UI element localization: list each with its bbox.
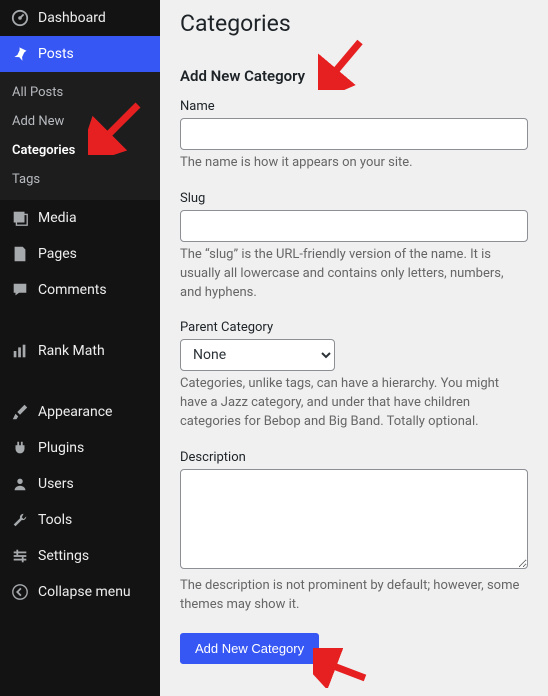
name-input[interactable] [180, 118, 528, 150]
field-parent: Parent Category None Categories, unlike … [180, 320, 528, 432]
main-content: Categories Add New Category Name The nam… [160, 0, 548, 696]
settings-icon [10, 546, 30, 566]
sidebar-item-categories[interactable]: Categories [0, 136, 160, 165]
menu-label: Appearance [38, 404, 112, 420]
media-icon [10, 208, 30, 228]
menu-label: Dashboard [38, 10, 106, 26]
name-help: The name is how it appears on your site. [180, 154, 528, 173]
comments-icon [10, 280, 30, 300]
menu-tools[interactable]: Tools [0, 502, 160, 538]
sidebar-item-add-new[interactable]: Add New [0, 107, 160, 136]
plug-icon [10, 438, 30, 458]
menu-collapse[interactable]: Collapse menu [0, 574, 160, 610]
menu-pages[interactable]: Pages [0, 236, 160, 272]
menu-label: Settings [38, 548, 89, 564]
menu-plugins[interactable]: Plugins [0, 430, 160, 466]
menu-dashboard[interactable]: Dashboard [0, 0, 160, 36]
menu-label: Rank Math [38, 343, 105, 359]
sidebar-item-all-posts[interactable]: All Posts [0, 78, 160, 107]
description-help: The description is not prominent by defa… [180, 577, 528, 615]
menu-comments[interactable]: Comments [0, 272, 160, 308]
dashboard-icon [10, 8, 30, 28]
chart-icon [10, 341, 30, 361]
slug-label: Slug [180, 191, 528, 206]
menu-label: Users [38, 476, 74, 492]
menu-label: Pages [38, 246, 77, 262]
pin-icon [10, 44, 30, 64]
menu-separator [0, 369, 160, 394]
posts-submenu: All Posts Add New Categories Tags [0, 72, 160, 200]
wrench-icon [10, 510, 30, 530]
field-description: Description The description is not promi… [180, 450, 528, 615]
menu-label: Collapse menu [38, 584, 131, 600]
parent-select[interactable]: None [180, 339, 335, 371]
description-label: Description [180, 450, 528, 465]
collapse-icon [10, 582, 30, 602]
sidebar-item-tags[interactable]: Tags [0, 165, 160, 194]
name-label: Name [180, 99, 528, 114]
add-category-button[interactable]: Add New Category [180, 633, 319, 664]
menu-label: Tools [38, 512, 72, 528]
slug-help: The “slug” is the URL-friendly version o… [180, 246, 528, 303]
menu-posts[interactable]: Posts [0, 36, 160, 72]
admin-sidebar: Dashboard Posts All Posts Add New Catego… [0, 0, 160, 696]
menu-users[interactable]: Users [0, 466, 160, 502]
menu-label: Plugins [38, 440, 84, 456]
pages-icon [10, 244, 30, 264]
page-title: Categories [180, 10, 528, 37]
menu-separator [0, 308, 160, 333]
menu-label: Comments [38, 282, 107, 298]
parent-label: Parent Category [180, 320, 528, 335]
slug-input[interactable] [180, 210, 528, 242]
users-icon [10, 474, 30, 494]
menu-label: Posts [38, 46, 74, 62]
menu-settings[interactable]: Settings [0, 538, 160, 574]
menu-rank-math[interactable]: Rank Math [0, 333, 160, 369]
form-title: Add New Category [180, 67, 528, 85]
field-slug: Slug The “slug” is the URL-friendly vers… [180, 191, 528, 303]
field-name: Name The name is how it appears on your … [180, 99, 528, 173]
menu-media[interactable]: Media [0, 200, 160, 236]
parent-help: Categories, unlike tags, can have a hier… [180, 375, 528, 432]
menu-appearance[interactable]: Appearance [0, 394, 160, 430]
description-textarea[interactable] [180, 469, 528, 569]
menu-label: Media [38, 210, 77, 226]
brush-icon [10, 402, 30, 422]
